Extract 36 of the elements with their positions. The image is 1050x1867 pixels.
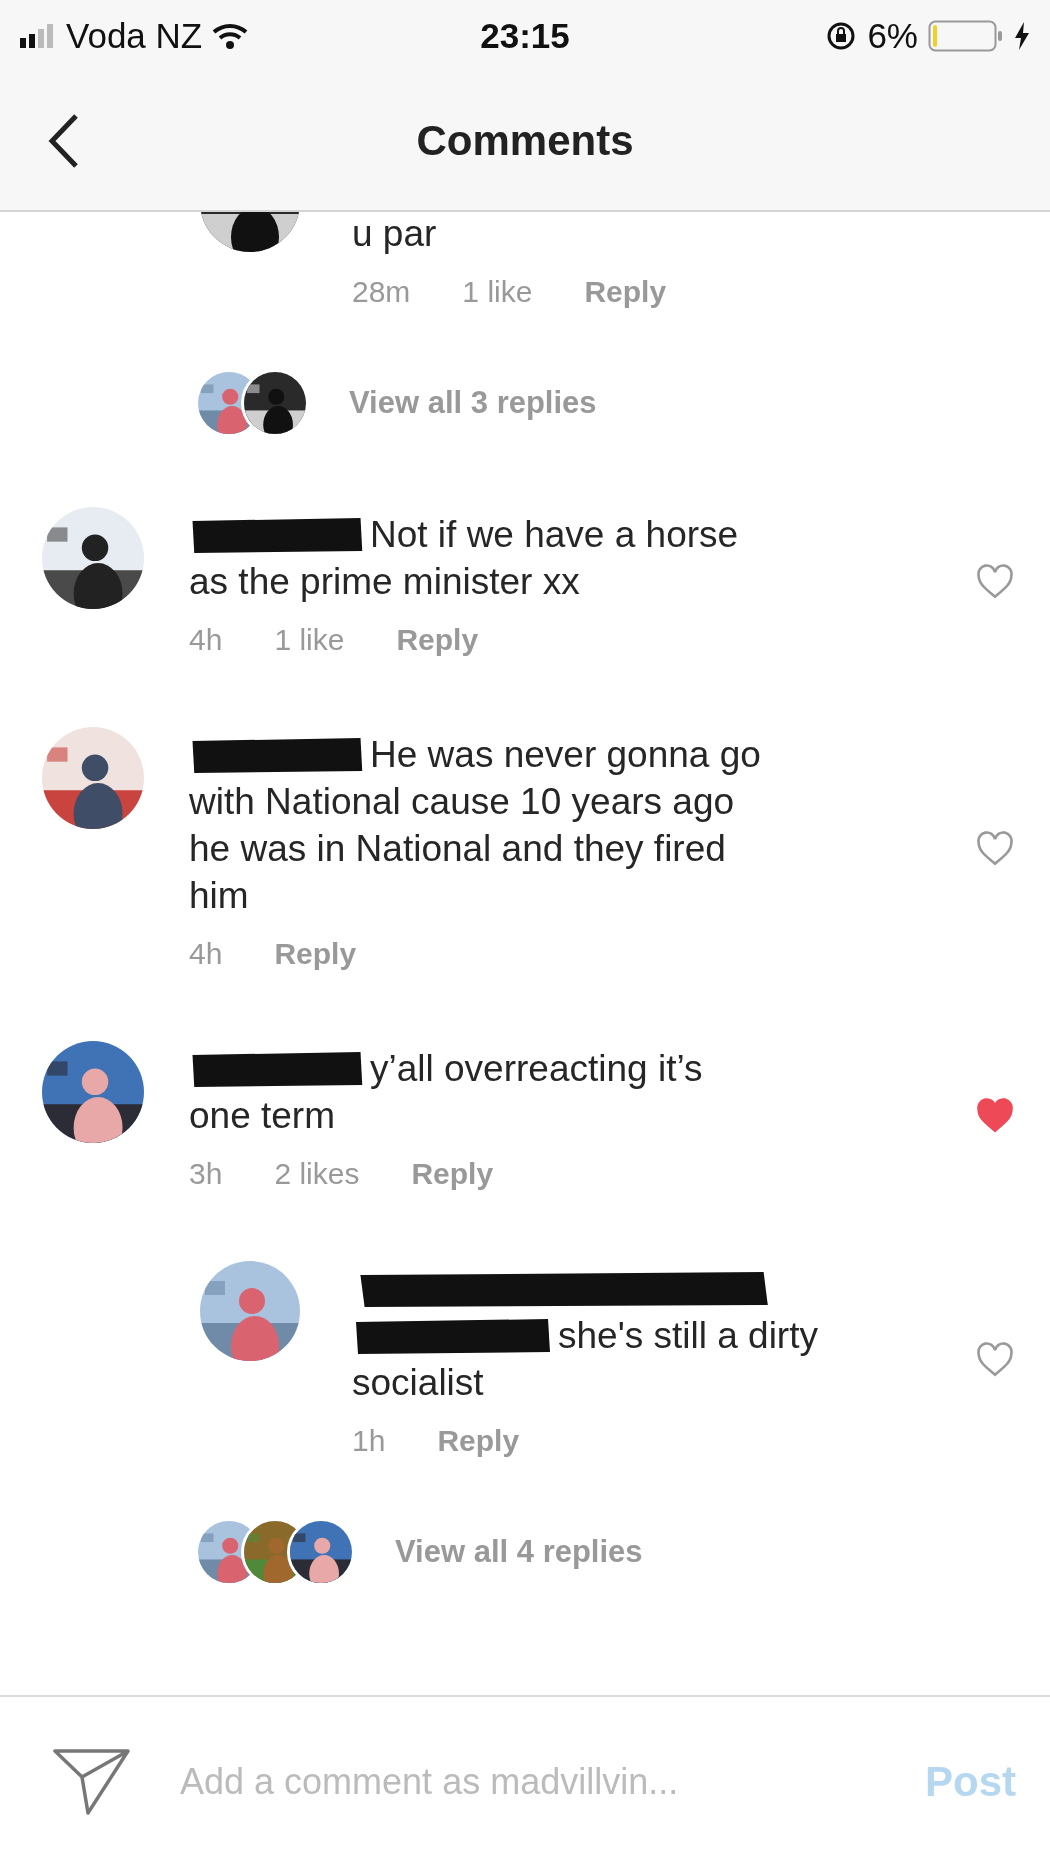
view-replies-link[interactable]: View all 3 replies [349,385,597,421]
battery-icon [928,20,1004,52]
reply-button[interactable]: Reply [396,623,479,657]
comment-text: y’all overreacting it’s one term [189,1047,704,1138]
comment-text: u par [352,212,438,256]
view-replies-link[interactable]: View all 4 replies [395,1534,643,1570]
like-button[interactable] [975,564,1015,600]
back-button[interactable] [46,112,80,170]
send-icon[interactable] [52,1747,132,1817]
comment-meta: 1 like [462,275,533,309]
comment-input-field[interactable]: Add a comment as madvillvin... [178,1760,873,1804]
clock: 23:15 [480,16,570,56]
reply-button[interactable]: Reply [437,1424,520,1458]
reply-button[interactable]: Reply [274,937,357,971]
comment-meta: 4h [189,623,223,657]
signal-icon [20,24,56,48]
comment-text: He was never gonna go with National cause 10 years ago he was in National and they fired him [189,733,762,918]
battery-percent: 6% [867,16,918,56]
comment-meta: 3h [189,1157,223,1191]
carrier-name: Voda NZ [66,16,203,56]
reply-button[interactable]: Reply [584,275,667,309]
reply-button[interactable]: Reply [411,1157,494,1191]
comment-meta: 1h [352,1424,386,1458]
charging-icon [1014,22,1030,50]
wifi-icon [212,22,249,50]
comment-meta: 1 like [274,623,345,657]
page-title: Comments [416,117,634,165]
comment-meta: 2 likes [274,1157,360,1191]
post-button[interactable]: Post [919,1757,1022,1807]
comment-text: she's still a dirty socialist [352,1265,908,1406]
like-button[interactable] [975,1341,1015,1378]
like-button[interactable] [975,1098,1015,1134]
comment-meta: 28m [352,275,411,309]
comment-text: Not if we have a horse as the prime minister xx [189,513,740,604]
like-button[interactable] [975,831,1015,867]
comment-meta: 4h [189,937,223,971]
